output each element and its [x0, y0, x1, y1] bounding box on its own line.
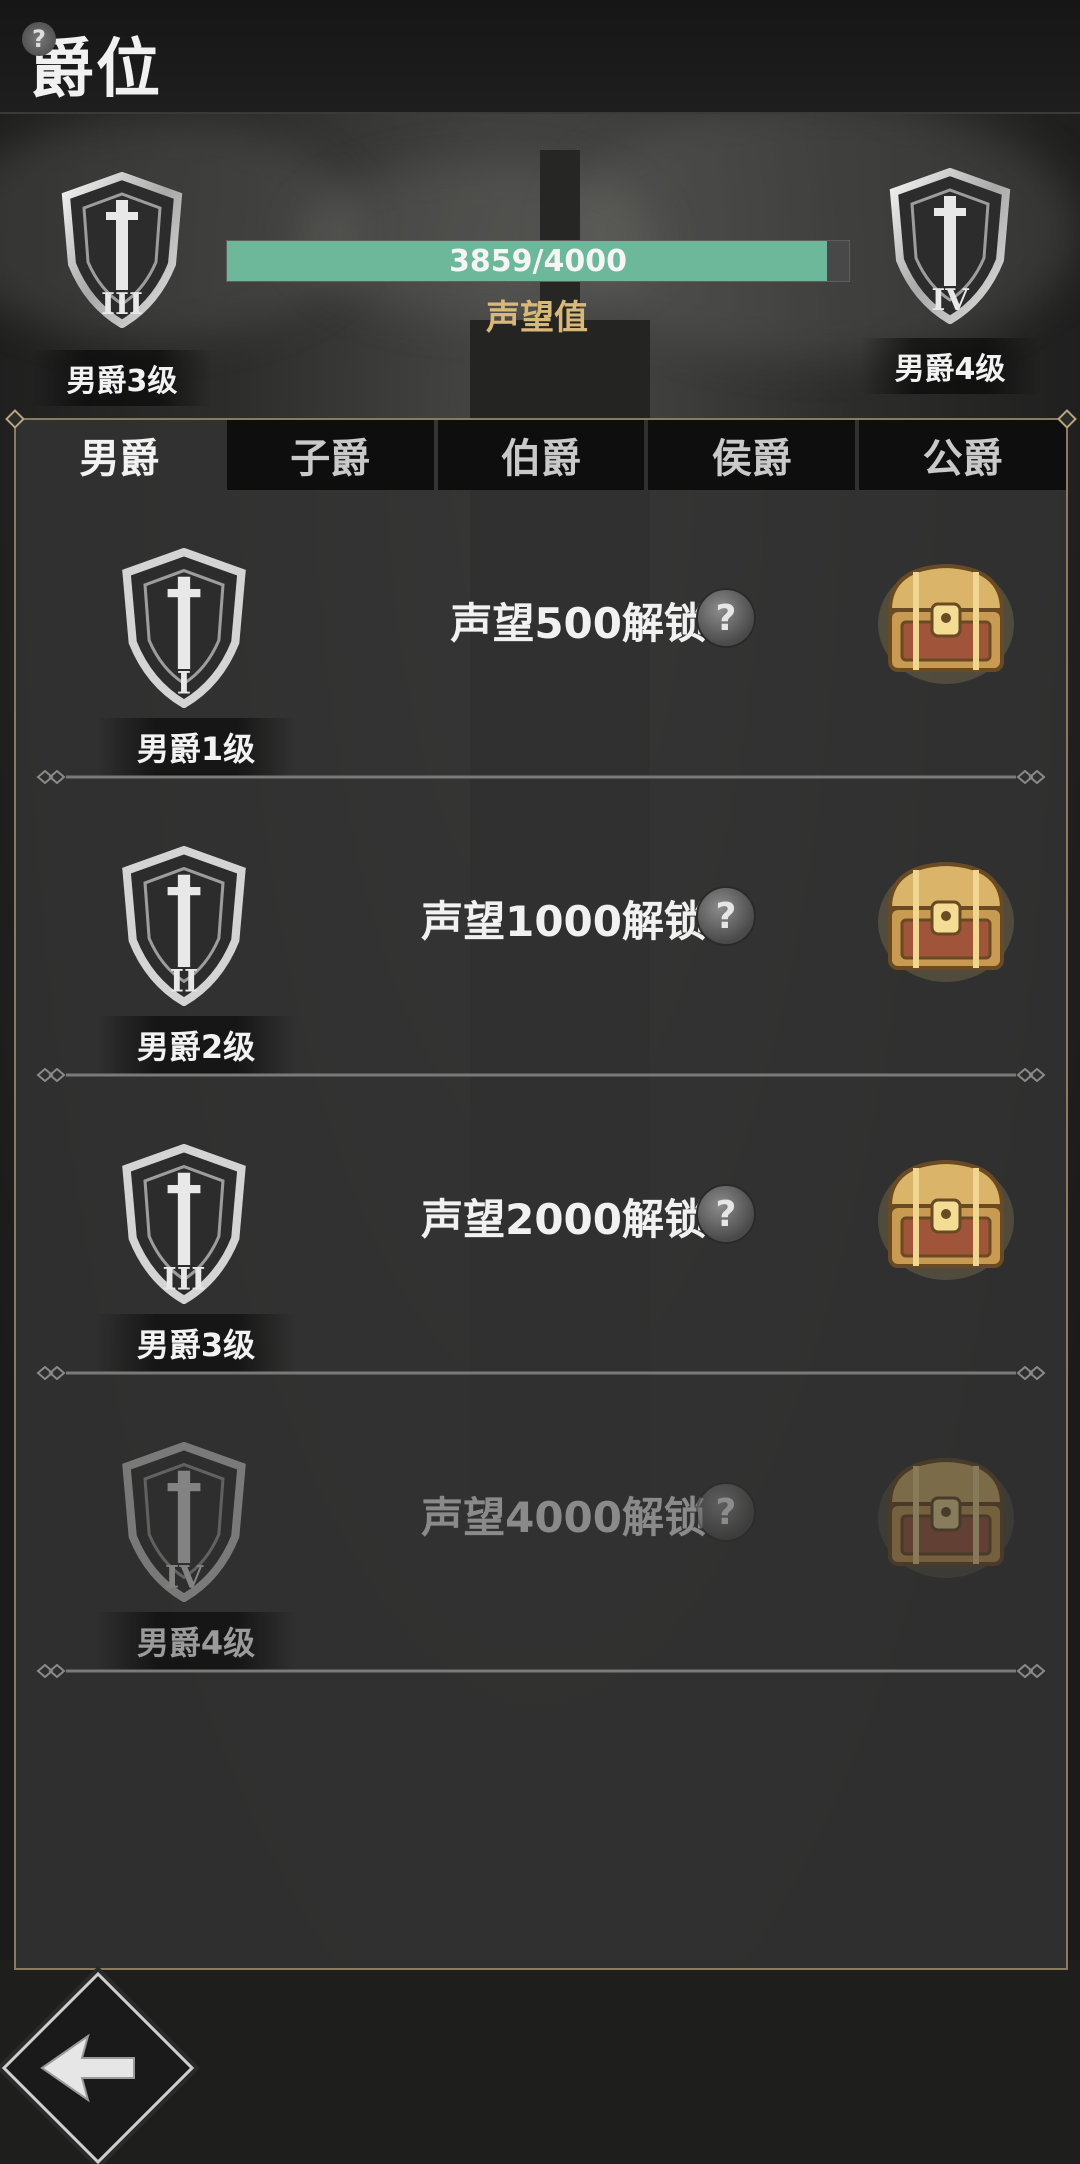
question-icon[interactable]: ? — [696, 588, 756, 648]
next-rank-shield-icon: IV — [889, 168, 1011, 324]
svg-text:IV: IV — [931, 283, 969, 318]
unlock-requirement: 声望1000解锁 — [421, 897, 706, 946]
next-rank-label: 男爵4级 — [860, 338, 1040, 394]
rank-level-label: 男爵2级 — [96, 1016, 296, 1074]
treasure-chest-icon[interactable] — [876, 554, 1016, 684]
rank-row: IV 男爵4级 声望4000解锁 ? — [16, 1402, 1066, 1698]
header-bar: 爵位 ? — [0, 0, 1080, 114]
svg-text:IV: IV — [165, 1560, 204, 1596]
row-divider — [36, 770, 1046, 784]
question-icon[interactable]: ? — [696, 1482, 756, 1542]
treasure-chest-icon[interactable] — [876, 852, 1016, 982]
question-icon[interactable]: ? — [696, 886, 756, 946]
rank-tabs: 男爵 子爵 伯爵 侯爵 公爵 — [16, 420, 1066, 492]
row-divider — [36, 1664, 1046, 1678]
unlock-requirement: 声望2000解锁 — [421, 1195, 706, 1244]
unlock-requirement: 声望500解锁 — [450, 599, 706, 648]
rank-level-label: 男爵1级 — [96, 718, 296, 776]
reputation-progress-bar: 3859/4000 — [226, 240, 850, 282]
rank-level-label: 男爵4级 — [96, 1612, 296, 1670]
rank-shield-icon: II — [122, 846, 246, 1006]
current-rank-shield-icon: III — [61, 172, 183, 328]
rank-shield-icon: I — [122, 548, 246, 708]
row-divider — [36, 1366, 1046, 1380]
svg-text:III: III — [162, 1262, 205, 1298]
question-icon[interactable]: ? — [696, 1184, 756, 1244]
svg-text:II: II — [170, 964, 199, 1000]
rank-shield-icon: IV — [122, 1442, 246, 1602]
rank-panel: 男爵 子爵 伯爵 侯爵 公爵 I 男爵1级 声望500解锁 ? II 男爵2级 … — [14, 418, 1068, 1970]
rank-row: III 男爵3级 声望2000解锁 ? — [16, 1104, 1066, 1400]
title-help-icon[interactable]: ? — [22, 22, 56, 56]
treasure-chest-icon[interactable] — [876, 1150, 1016, 1280]
reputation-label: 声望值 — [486, 298, 588, 338]
back-arrow-icon[interactable] — [38, 2028, 138, 2108]
rank-shield-icon: III — [122, 1144, 246, 1304]
tab-viscount[interactable]: 子爵 — [226, 420, 434, 490]
rank-row: I 男爵1级 声望500解锁 ? — [16, 508, 1066, 804]
svg-text:I: I — [177, 666, 191, 702]
tab-duke[interactable]: 公爵 — [859, 420, 1066, 490]
svg-text:III: III — [101, 287, 143, 322]
tab-baron[interactable]: 男爵 — [16, 420, 223, 490]
row-divider — [36, 1068, 1046, 1082]
tab-marquis[interactable]: 侯爵 — [648, 420, 856, 490]
progress-text: 3859/4000 — [449, 243, 627, 279]
current-rank-label: 男爵3级 — [32, 350, 212, 406]
rank-level-label: 男爵3级 — [96, 1314, 296, 1372]
tab-earl[interactable]: 伯爵 — [437, 420, 645, 490]
rank-row: II 男爵2级 声望1000解锁 ? — [16, 806, 1066, 1102]
treasure-chest-icon[interactable] — [876, 1448, 1016, 1578]
unlock-requirement: 声望4000解锁 — [421, 1493, 706, 1542]
